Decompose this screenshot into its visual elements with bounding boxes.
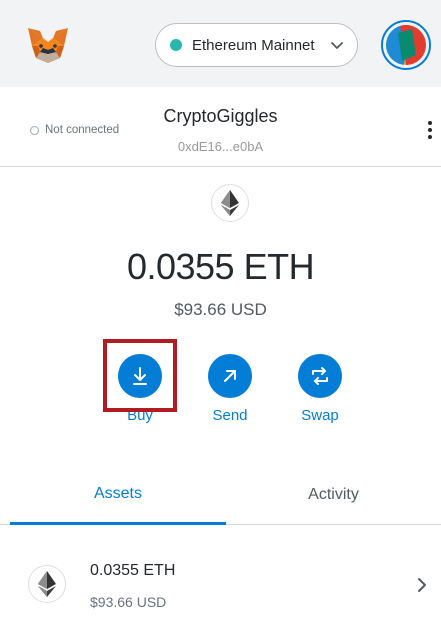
chevron-right-icon [418,578,426,592]
more-options-icon[interactable] [420,117,440,143]
account-address[interactable]: 0xdE16...e0bA [0,139,441,154]
tab-activity[interactable]: Activity [226,465,441,525]
buy-highlight-box [103,339,177,412]
ethereum-icon [28,565,66,603]
network-label: Ethereum Mainnet [192,36,315,54]
app-header: Ethereum Mainnet [0,0,441,87]
tab-assets[interactable]: Assets [10,465,226,525]
avatar [386,25,426,65]
account-row: Not connected CryptoGiggles 0xdE16...e0b… [0,87,441,167]
send-button[interactable]: Send [200,354,260,424]
tab-bar: Assets Activity [0,465,441,525]
asset-fiat: $93.66 USD [90,594,167,610]
account-name[interactable]: CryptoGiggles [0,106,441,127]
balance-fiat: $93.66 USD [174,300,267,319]
swap-label: Swap [301,407,339,424]
balance-value: 0.0355 [126,246,235,287]
asset-amount: 0.0355 ETH [90,562,176,579]
ethereum-icon [211,184,249,222]
network-selector[interactable]: Ethereum Mainnet [155,23,358,67]
asset-list-item[interactable]: 0.0355 ETH $93.66 USD [0,545,441,625]
send-label: Send [212,407,248,424]
arrow-up-right-icon [208,354,252,398]
metamask-fox-logo[interactable] [26,26,70,66]
network-status-dot [170,39,182,51]
swap-button[interactable]: Swap [290,354,350,424]
swap-arrows-icon [298,354,342,398]
balance-amount: 0.0355 ETH [0,246,441,288]
account-avatar-button[interactable] [381,20,431,70]
chevron-down-icon [331,42,343,49]
balance-unit: ETH [243,246,315,287]
